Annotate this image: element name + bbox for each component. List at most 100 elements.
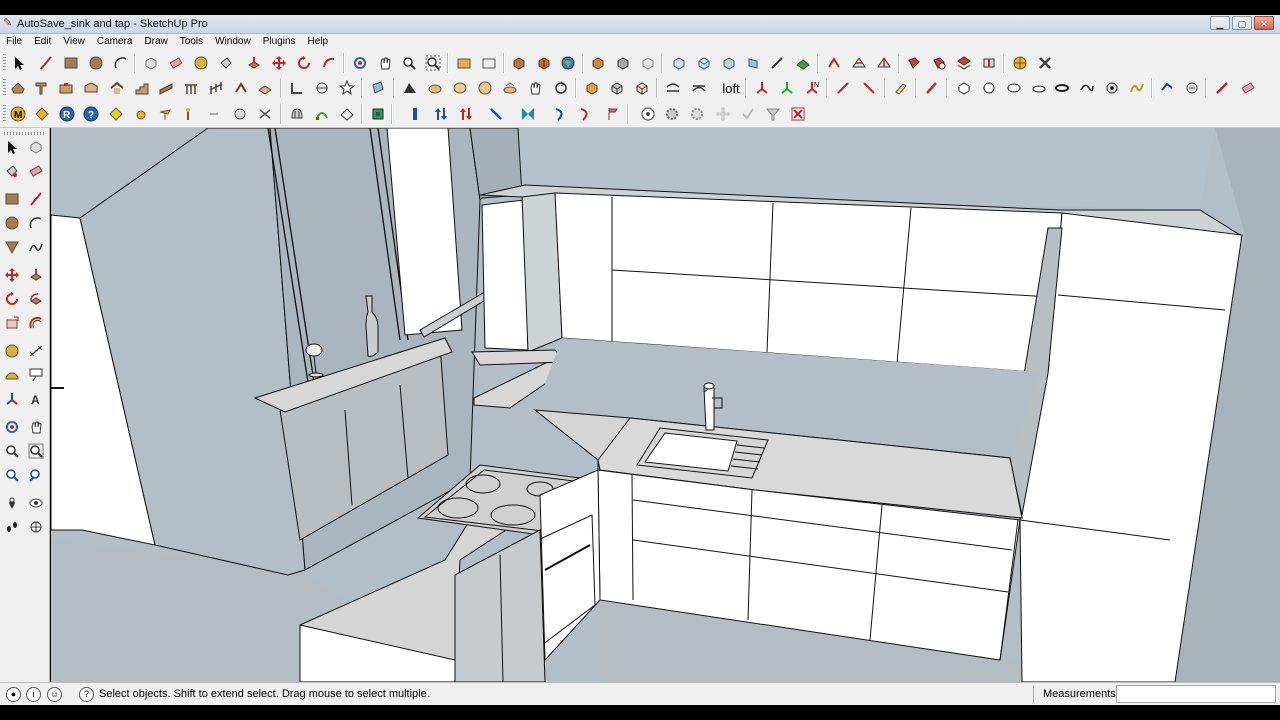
extension-tools-icon[interactable] [1034,52,1056,74]
make-component-icon[interactable] [25,136,47,158]
pan-icon[interactable] [25,416,47,438]
user-status-icon[interactable]: ☺ [47,687,62,702]
circle-icon[interactable] [1,212,23,234]
plugin-up-down-blue-icon[interactable] [430,103,452,125]
sandbox-drape-icon[interactable] [823,52,845,74]
get-models-icon[interactable] [508,52,530,74]
shape-square-icon[interactable] [953,77,975,99]
curve-tool-1-icon[interactable] [662,77,684,99]
right-view-icon[interactable] [742,52,764,74]
menu-draw[interactable]: Draw [138,34,173,50]
toolbar-grip[interactable] [3,54,6,72]
follow-me-icon[interactable] [25,288,47,310]
eraser-tool-icon[interactable] [165,52,187,74]
geo-status-icon[interactable]: ● [6,687,21,702]
plugin-funnel-icon[interactable] [762,103,784,125]
orbit-icon[interactable] [1,416,23,438]
front-view-icon[interactable] [718,52,740,74]
dynamic-components-icon[interactable] [637,52,659,74]
arc-icon[interactable] [25,212,47,234]
roof-tool-icon[interactable] [7,77,29,99]
zoom-extents-icon[interactable] [1,464,23,486]
plugin-target-icon[interactable] [637,103,659,125]
circle-tool-icon[interactable] [85,52,107,74]
zoom-icon[interactable] [1,440,23,462]
plugin-dot-icon[interactable] [130,103,152,125]
plugin-mesh-icon[interactable] [336,103,358,125]
shape-oval-icon[interactable] [1028,77,1050,99]
railing-tool-icon[interactable] [180,77,202,99]
iso-view-icon[interactable] [668,52,690,74]
wall-tool-icon[interactable] [55,77,77,99]
rotate-icon[interactable] [1,288,23,310]
select-tool-icon[interactable] [8,52,30,74]
section-plane-icon[interactable] [367,77,389,99]
follow-me-icon[interactable] [318,52,340,74]
shaded-texture-icon[interactable] [399,77,421,99]
solid-subtract-icon[interactable] [928,52,950,74]
model-viewport[interactable] [51,128,1280,682]
torus-tool-icon[interactable] [474,77,496,99]
push-pull-icon[interactable] [243,52,265,74]
sandbox-add-detail-icon[interactable] [848,52,870,74]
move-icon[interactable] [1,264,23,286]
plugin-twist-blue-icon[interactable] [549,103,571,125]
eraser-icon[interactable] [25,160,47,182]
shape-ellipse-icon[interactable] [1003,77,1025,99]
polygon-icon[interactable] [1,236,23,258]
plugin-diagonal-icon[interactable] [485,103,507,125]
axes-icon[interactable] [1,388,23,410]
menu-camera[interactable]: Camera [91,34,139,50]
make-face-icon[interactable] [286,77,308,99]
toolbar-grip[interactable] [3,105,6,123]
tape-measure-icon[interactable] [190,52,212,74]
menu-edit[interactable]: Edit [28,34,57,50]
column-tool-icon[interactable] [230,77,252,99]
rectangle-tool-icon[interactable] [60,52,82,74]
component-attributes-icon[interactable] [612,52,634,74]
window-tool-icon[interactable] [80,77,102,99]
maximize-button[interactable]: ▢ [1232,16,1252,30]
subdivide-icon[interactable] [311,77,333,99]
eraser-pink-icon[interactable] [1237,77,1259,99]
add-location-icon[interactable] [453,52,475,74]
credits-status-icon[interactable]: i [26,687,41,702]
walk-icon[interactable] [1,516,23,538]
dimension-icon[interactable] [25,340,47,362]
curve-tool-2-icon[interactable] [688,77,710,99]
shape-torus-icon[interactable] [1051,77,1073,99]
box-wire-icon[interactable] [631,77,653,99]
axes-north-icon[interactable]: N [801,77,823,99]
3d-text-icon[interactable]: A [25,388,47,410]
arrow-tool-1-icon[interactable] [832,77,854,99]
plugin-help-icon[interactable]: ? [80,103,102,125]
plugin-m-icon[interactable]: M [7,103,29,125]
plugin-check-icon[interactable] [737,103,759,125]
plugin-point-icon[interactable] [203,103,225,125]
dome-tool-icon[interactable] [449,77,471,99]
sandbox-smoove-icon[interactable] [766,52,788,74]
menu-window[interactable]: Window [209,34,257,50]
rotate-component-icon[interactable] [550,77,572,99]
pan-icon[interactable] [374,52,396,74]
component-options-icon[interactable] [587,52,609,74]
solid-union-icon[interactable] [903,52,925,74]
shape-spline-icon[interactable] [1076,77,1098,99]
share-model-icon[interactable] [533,52,555,74]
plugin-pin-icon[interactable] [154,103,176,125]
geo-location-icon[interactable] [1009,52,1031,74]
shape-coil-icon[interactable] [1126,77,1148,99]
look-around-icon[interactable] [25,492,47,514]
measurements-input[interactable] [1116,685,1276,703]
menu-plugins[interactable]: Plugins [257,34,302,50]
toggle-terrain-icon[interactable] [478,52,500,74]
frame-tool-icon[interactable] [30,77,52,99]
plugin-up-down-red-icon[interactable] [455,103,477,125]
freehand-icon[interactable] [25,236,47,258]
top-view-icon[interactable] [693,52,715,74]
plugin-label-icon[interactable] [105,103,127,125]
line-icon[interactable] [25,188,47,210]
paint-bucket-icon[interactable] [1,160,23,182]
preview-google-earth-icon[interactable] [557,52,579,74]
menu-help[interactable]: Help [302,34,335,50]
